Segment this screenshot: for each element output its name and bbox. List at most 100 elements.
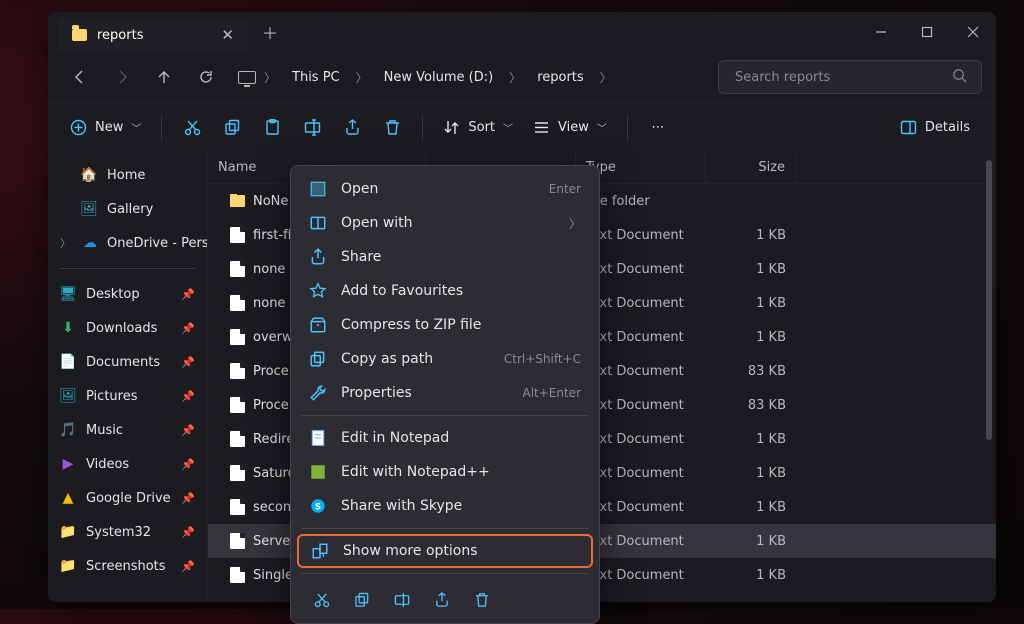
chevron-icon[interactable]: 〉 (507, 69, 523, 86)
sidebar-icon: ▶ (60, 456, 76, 472)
close-tab-icon[interactable]: ✕ (221, 26, 234, 44)
titlebar: reports ✕ ＋ (48, 12, 996, 52)
sidebar-item-label: Google Drive (86, 491, 171, 506)
menu-item-open[interactable]: OpenEnter (297, 172, 593, 206)
refresh-button[interactable] (188, 59, 224, 95)
file-name: NoNe (253, 194, 288, 209)
chevron-icon[interactable]: 〉 (354, 69, 370, 86)
menu-item-open-with[interactable]: Open with〉 (297, 206, 593, 240)
rename-button[interactable] (385, 585, 419, 615)
file-name: overw (253, 330, 293, 345)
view-button[interactable]: View ﹀ (525, 110, 615, 146)
copy-button[interactable] (214, 110, 250, 146)
file-icon (230, 227, 245, 243)
pin-icon: 📌 (181, 424, 195, 437)
share-button[interactable] (334, 110, 370, 146)
rename-button[interactable] (294, 110, 330, 146)
cut-button[interactable] (305, 585, 339, 615)
sidebar-item-home[interactable]: 🏠Home (50, 158, 205, 192)
file-icon (230, 465, 245, 481)
menu-item-edit-with-notepad-[interactable]: Edit with Notepad++ (297, 455, 593, 489)
new-tab-button[interactable]: ＋ (254, 16, 286, 48)
file-icon (230, 567, 245, 583)
file-name: Single (253, 568, 293, 583)
sidebar-item-label: Pictures (86, 389, 137, 404)
menu-item-show-more-options[interactable]: Show more options (297, 534, 593, 568)
pin-icon: 📌 (181, 458, 195, 471)
menu-item-edit-in-notepad[interactable]: Edit in Notepad (297, 421, 593, 455)
menu-item-label: Edit with Notepad++ (341, 464, 490, 480)
sidebar-item-pictures[interactable]: 🖼Pictures📌 (50, 379, 205, 413)
delete-button[interactable] (374, 110, 410, 146)
more-button[interactable]: ⋯ (640, 110, 676, 146)
sidebar-item-google-drive[interactable]: ▲Google Drive📌 (50, 481, 205, 515)
menu-item-add-to-favourites[interactable]: Add to Favourites (297, 274, 593, 308)
menu-item-label: Share (341, 249, 381, 265)
sidebar-item-gallery[interactable]: 🖼Gallery (50, 192, 205, 226)
menu-item-compress-to-zip-file[interactable]: Compress to ZIP file (297, 308, 593, 342)
menu-item-share[interactable]: Share (297, 240, 593, 274)
menu-item-label: Add to Favourites (341, 283, 463, 299)
copy-button[interactable] (345, 585, 379, 615)
up-button[interactable] (146, 59, 182, 95)
sidebar-icon: 🎵 (60, 422, 76, 438)
sort-button[interactable]: Sort ﹀ (435, 110, 521, 146)
chevron-down-icon: ﹀ (503, 120, 513, 135)
sidebar-icon: 📁 (60, 524, 76, 540)
share-icon (309, 248, 327, 266)
forward-button[interactable] (104, 59, 140, 95)
sidebar-item-downloads[interactable]: ⬇Downloads📌 (50, 311, 205, 345)
chevron-icon[interactable]: 〉 (598, 69, 614, 86)
close-window-button[interactable] (950, 12, 996, 52)
crumb-volume[interactable]: New Volume (D:) (374, 64, 504, 91)
new-button[interactable]: New ﹀ (62, 110, 149, 146)
share-button[interactable] (425, 585, 459, 615)
minimize-button[interactable] (858, 12, 904, 52)
delete-button[interactable] (465, 585, 499, 615)
scrollbar[interactable] (986, 160, 992, 440)
file-name: none (253, 262, 285, 277)
star-icon (309, 282, 327, 300)
svg-text:S: S (315, 502, 321, 512)
menu-item-label: Open (341, 181, 378, 197)
sidebar-item-screenshots[interactable]: 📁Screenshots📌 (50, 549, 205, 583)
sidebar-item-documents[interactable]: 📄Documents📌 (50, 345, 205, 379)
toolbar: New ﹀ Sort ﹀ View ﹀ ⋯ Details (48, 102, 996, 152)
pin-icon: 📌 (181, 560, 195, 573)
file-size: 1 KB (706, 568, 796, 583)
search-box[interactable] (718, 60, 982, 94)
menu-item-label: Share with Skype (341, 498, 462, 514)
file-size: 1 KB (706, 534, 796, 549)
menu-item-label: Copy as path (341, 351, 433, 367)
file-icon (230, 261, 245, 277)
maximize-button[interactable] (904, 12, 950, 52)
tab-reports[interactable]: reports ✕ (58, 18, 248, 52)
sidebar-item-music[interactable]: 🎵Music📌 (50, 413, 205, 447)
shortcut-label: Alt+Enter (522, 386, 581, 400)
paste-button[interactable] (254, 110, 290, 146)
cut-button[interactable] (174, 110, 210, 146)
open-icon (309, 180, 327, 198)
col-size[interactable]: Size (706, 152, 796, 183)
file-icon (230, 397, 245, 413)
pin-icon: 📌 (181, 526, 195, 539)
back-button[interactable] (62, 59, 98, 95)
sidebar-item-desktop[interactable]: 🖥Desktop📌 (50, 277, 205, 311)
sidebar-item-system32[interactable]: 📁System32📌 (50, 515, 205, 549)
details-toggle[interactable]: Details (888, 113, 982, 142)
menu-item-label: Edit in Notepad (341, 430, 449, 446)
chevron-right-icon: 〉 (60, 235, 71, 251)
sidebar-icon: 📄 (60, 354, 76, 370)
crumb-reports[interactable]: reports (527, 64, 593, 91)
menu-item-properties[interactable]: PropertiesAlt+Enter (297, 376, 593, 410)
sidebar-item-onedrive-perso[interactable]: 〉☁OneDrive - Perso (50, 226, 205, 260)
chevron-icon[interactable]: 〉 (262, 69, 278, 86)
menu-item-copy-as-path[interactable]: Copy as pathCtrl+Shift+C (297, 342, 593, 376)
search-input[interactable] (733, 69, 942, 86)
menu-item-label: Open with (341, 215, 413, 231)
file-icon (230, 329, 245, 345)
menu-item-share-with-skype[interactable]: S Share with Skype (297, 489, 593, 523)
crumb-this-pc[interactable]: This PC (282, 64, 350, 91)
sidebar-item-videos[interactable]: ▶Videos📌 (50, 447, 205, 481)
address-bar: 〉 This PC 〉 New Volume (D:) 〉 reports 〉 (48, 52, 996, 102)
